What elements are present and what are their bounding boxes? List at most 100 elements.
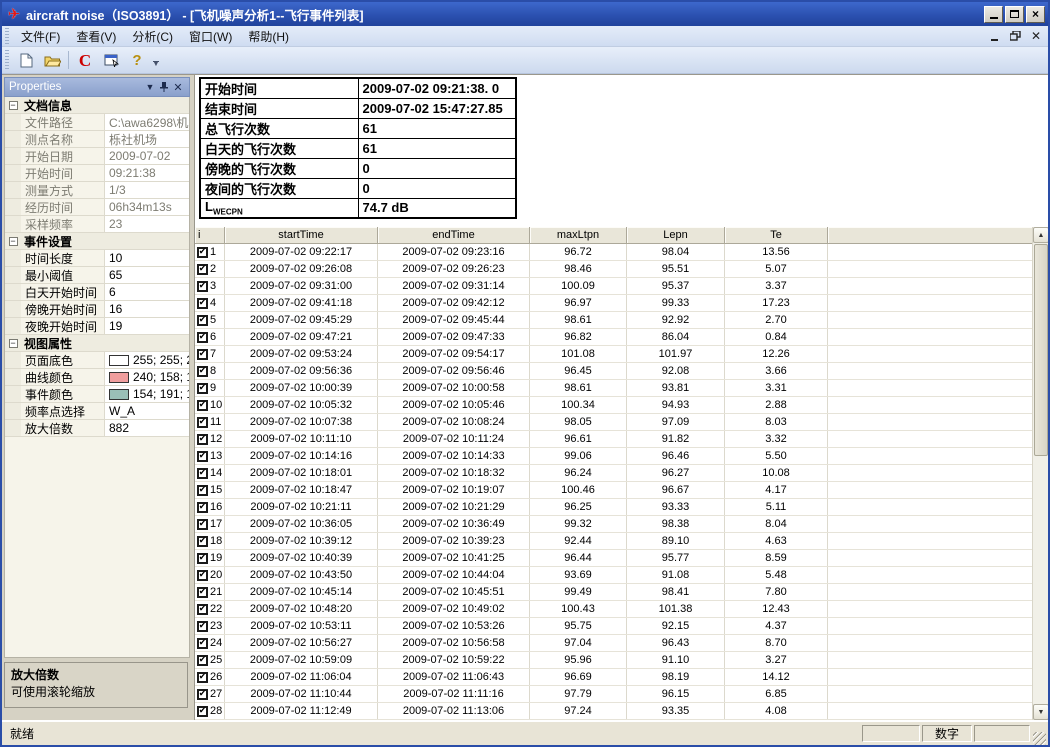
column-header-i[interactable]: i (195, 227, 225, 244)
table-row[interactable]: 22009-07-02 09:26:082009-07-02 09:26:239… (195, 261, 1032, 278)
table-row[interactable]: 72009-07-02 09:53:242009-07-02 09:54:171… (195, 346, 1032, 363)
row-checkbox[interactable] (197, 366, 208, 377)
table-row[interactable]: 112009-07-02 10:07:382009-07-02 10:08:24… (195, 414, 1032, 431)
row-checkbox[interactable] (197, 485, 208, 496)
row-checkbox[interactable] (197, 519, 208, 530)
resize-grip-icon[interactable] (1033, 732, 1046, 745)
table-row[interactable]: 32009-07-02 09:31:002009-07-02 09:31:141… (195, 278, 1032, 295)
help-button[interactable]: ? (125, 49, 149, 71)
row-checkbox[interactable] (197, 621, 208, 632)
row-checkbox[interactable] (197, 655, 208, 666)
property-value[interactable]: 10 (105, 250, 189, 266)
open-file-button[interactable] (40, 49, 64, 71)
row-checkbox[interactable] (197, 451, 208, 462)
row-checkbox[interactable] (197, 536, 208, 547)
panel-pin-button[interactable] (157, 80, 171, 94)
table-row[interactable]: 272009-07-02 11:10:442009-07-02 11:11:16… (195, 686, 1032, 703)
table-row[interactable]: 62009-07-02 09:47:212009-07-02 09:47:339… (195, 329, 1032, 346)
table-row[interactable]: 282009-07-02 11:12:492009-07-02 11:13:06… (195, 703, 1032, 720)
table-row[interactable]: 262009-07-02 11:06:042009-07-02 11:06:43… (195, 669, 1032, 686)
property-value[interactable]: 栎社机场 (105, 131, 189, 147)
column-header-startTime[interactable]: startTime (225, 227, 378, 244)
table-row[interactable]: 182009-07-02 10:39:122009-07-02 10:39:23… (195, 533, 1032, 550)
property-value[interactable]: 240; 158; 15 (105, 369, 189, 385)
scroll-up-button[interactable]: ▲ (1033, 227, 1048, 243)
row-checkbox[interactable] (197, 604, 208, 615)
toolbar-drag-handle[interactable] (5, 50, 9, 71)
property-value[interactable]: 06h34m13s (105, 199, 189, 215)
row-checkbox[interactable] (197, 706, 208, 717)
property-value[interactable]: 16 (105, 301, 189, 317)
maximize-button[interactable] (1005, 6, 1024, 23)
property-value[interactable]: 154; 191; 18 (105, 386, 189, 402)
table-row[interactable]: 242009-07-02 10:56:272009-07-02 10:56:58… (195, 635, 1032, 652)
table-row[interactable]: 192009-07-02 10:40:392009-07-02 10:41:25… (195, 550, 1032, 567)
property-value[interactable]: W_A (105, 403, 189, 419)
table-row[interactable]: 142009-07-02 10:18:012009-07-02 10:18:32… (195, 465, 1032, 482)
panel-menu-button[interactable]: ▼ (143, 80, 157, 94)
menu-item[interactable]: 分析(C) (124, 26, 181, 47)
property-value[interactable]: 65 (105, 267, 189, 283)
property-value[interactable]: 23 (105, 216, 189, 232)
row-checkbox[interactable] (197, 638, 208, 649)
row-checkbox[interactable] (197, 281, 208, 292)
row-checkbox[interactable] (197, 553, 208, 564)
row-checkbox[interactable] (197, 400, 208, 411)
table-row[interactable]: 132009-07-02 10:14:162009-07-02 10:14:33… (195, 448, 1032, 465)
title-bar[interactable]: ✈ aircraft noise（ISO3891） - [飞机噪声分析1--飞行… (2, 2, 1048, 26)
collapse-icon[interactable]: − (9, 237, 18, 246)
mdi-restore-button[interactable] (1006, 29, 1024, 44)
property-group-header[interactable]: −视图属性 (5, 335, 189, 352)
property-group-header[interactable]: −文档信息 (5, 97, 189, 114)
table-row[interactable]: 92009-07-02 10:00:392009-07-02 10:00:589… (195, 380, 1032, 397)
row-checkbox[interactable] (197, 672, 208, 683)
table-row[interactable]: 12009-07-02 09:22:172009-07-02 09:23:169… (195, 244, 1032, 261)
row-checkbox[interactable] (197, 298, 208, 309)
toolbar-overflow-button[interactable]: ▼ (150, 49, 162, 71)
mdi-minimize-button[interactable] (985, 29, 1003, 44)
row-checkbox[interactable] (197, 332, 208, 343)
collapse-icon[interactable]: − (9, 101, 18, 110)
menu-item[interactable]: 帮助(H) (240, 26, 297, 47)
row-checkbox[interactable] (197, 247, 208, 258)
scrollbar-thumb[interactable] (1034, 244, 1048, 456)
table-row[interactable]: 232009-07-02 10:53:112009-07-02 10:53:26… (195, 618, 1032, 635)
scroll-down-button[interactable]: ▼ (1033, 704, 1048, 720)
collapse-icon[interactable]: − (9, 339, 18, 348)
table-row[interactable]: 222009-07-02 10:48:202009-07-02 10:49:02… (195, 601, 1032, 618)
menu-item[interactable]: 窗口(W) (181, 26, 240, 47)
properties-button[interactable] (99, 49, 123, 71)
table-row[interactable]: 212009-07-02 10:45:142009-07-02 10:45:51… (195, 584, 1032, 601)
column-header-maxLtpn[interactable]: maxLtpn (530, 227, 627, 244)
row-checkbox[interactable] (197, 689, 208, 700)
table-row[interactable]: 172009-07-02 10:36:052009-07-02 10:36:49… (195, 516, 1032, 533)
table-row[interactable]: 152009-07-02 10:18:472009-07-02 10:19:07… (195, 482, 1032, 499)
table-row[interactable]: 82009-07-02 09:56:362009-07-02 09:56:469… (195, 363, 1032, 380)
property-value[interactable]: C:\awa6298\机场 (105, 114, 189, 130)
row-checkbox[interactable] (197, 434, 208, 445)
column-header-filler[interactable] (828, 227, 1034, 244)
table-row[interactable]: 252009-07-02 10:59:092009-07-02 10:59:22… (195, 652, 1032, 669)
table-row[interactable]: 122009-07-02 10:11:102009-07-02 10:11:24… (195, 431, 1032, 448)
close-button[interactable]: × (1026, 6, 1045, 23)
table-row[interactable]: 202009-07-02 10:43:502009-07-02 10:44:04… (195, 567, 1032, 584)
new-document-button[interactable] (14, 49, 38, 71)
column-header-Lepn[interactable]: Lepn (627, 227, 725, 244)
properties-panel-header[interactable]: Properties ▼ ✕ (4, 77, 190, 97)
row-checkbox[interactable] (197, 417, 208, 428)
table-row[interactable]: 102009-07-02 10:05:322009-07-02 10:05:46… (195, 397, 1032, 414)
row-checkbox[interactable] (197, 315, 208, 326)
panel-close-button[interactable]: ✕ (171, 80, 185, 94)
row-checkbox[interactable] (197, 587, 208, 598)
property-value[interactable]: 6 (105, 284, 189, 300)
mdi-close-button[interactable]: ✕ (1027, 29, 1045, 44)
menu-item[interactable]: 查看(V) (68, 26, 124, 47)
column-header-Te[interactable]: Te (725, 227, 828, 244)
menu-item[interactable]: 文件(F) (13, 26, 68, 47)
property-value[interactable]: 09:21:38 (105, 165, 189, 181)
row-checkbox[interactable] (197, 383, 208, 394)
property-value[interactable]: 1/3 (105, 182, 189, 198)
property-value[interactable]: 19 (105, 318, 189, 334)
vertical-scrollbar[interactable]: ▲ ▼ (1032, 227, 1048, 720)
row-checkbox[interactable] (197, 570, 208, 581)
